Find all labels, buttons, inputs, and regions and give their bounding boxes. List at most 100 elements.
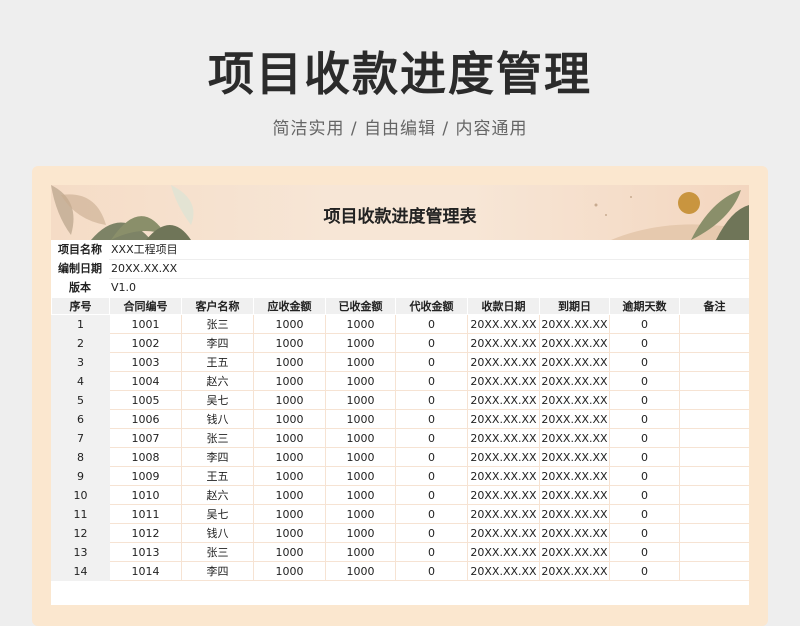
table-cell[interactable]: 2 (51, 333, 110, 353)
table-cell[interactable]: 0 (609, 485, 680, 505)
table-cell[interactable]: 赵六 (181, 485, 254, 505)
table-cell[interactable]: 1000 (325, 447, 396, 467)
table-cell[interactable]: 0 (609, 466, 680, 486)
table-cell[interactable]: 1001 (109, 314, 182, 334)
table-cell[interactable]: 9 (51, 466, 110, 486)
table-cell[interactable]: 20XX.XX.XX (539, 466, 610, 486)
column-header[interactable]: 备注 (679, 297, 749, 315)
table-cell[interactable]: 1 (51, 314, 110, 334)
table-cell[interactable]: 1000 (325, 542, 396, 562)
table-cell[interactable]: 20XX.XX.XX (467, 485, 540, 505)
table-cell[interactable] (679, 523, 749, 543)
table-cell[interactable] (679, 352, 749, 372)
table-cell[interactable]: 20XX.XX.XX (539, 561, 610, 581)
table-cell[interactable] (679, 542, 749, 562)
table-cell[interactable]: 1000 (253, 561, 326, 581)
table-cell[interactable]: 20XX.XX.XX (467, 561, 540, 581)
table-cell[interactable]: 0 (609, 542, 680, 562)
table-cell[interactable]: 0 (609, 504, 680, 524)
table-cell[interactable]: 0 (395, 466, 468, 486)
table-cell[interactable]: 1000 (253, 466, 326, 486)
table-cell[interactable] (679, 314, 749, 334)
table-cell[interactable]: 张三 (181, 314, 254, 334)
table-cell[interactable]: 0 (609, 390, 680, 410)
table-cell[interactable]: 20XX.XX.XX (467, 371, 540, 391)
table-cell[interactable]: 11 (51, 504, 110, 524)
table-cell[interactable]: 5 (51, 390, 110, 410)
table-cell[interactable]: 20XX.XX.XX (467, 428, 540, 448)
table-cell[interactable] (679, 390, 749, 410)
table-cell[interactable]: 0 (609, 561, 680, 581)
table-cell[interactable]: 20XX.XX.XX (467, 466, 540, 486)
table-cell[interactable]: 1000 (325, 333, 396, 353)
table-cell[interactable]: 0 (609, 428, 680, 448)
table-cell[interactable]: 李四 (181, 447, 254, 467)
table-cell[interactable]: 20XX.XX.XX (539, 314, 610, 334)
table-cell[interactable]: 1000 (325, 390, 396, 410)
table-cell[interactable]: 钱八 (181, 523, 254, 543)
table-cell[interactable]: 1000 (325, 314, 396, 334)
table-cell[interactable]: 1002 (109, 333, 182, 353)
table-cell[interactable]: 20XX.XX.XX (467, 314, 540, 334)
table-cell[interactable]: 20XX.XX.XX (467, 409, 540, 429)
table-cell[interactable]: 0 (395, 409, 468, 429)
table-cell[interactable]: 20XX.XX.XX (467, 542, 540, 562)
table-cell[interactable]: 0 (395, 523, 468, 543)
column-header[interactable]: 已收金额 (325, 297, 396, 315)
table-cell[interactable]: 1000 (325, 409, 396, 429)
table-cell[interactable]: 1000 (325, 504, 396, 524)
table-cell[interactable]: 12 (51, 523, 110, 543)
table-cell[interactable]: 20XX.XX.XX (467, 333, 540, 353)
table-cell[interactable]: 1000 (253, 447, 326, 467)
table-cell[interactable]: 1004 (109, 371, 182, 391)
table-cell[interactable]: 0 (609, 371, 680, 391)
table-cell[interactable]: 20XX.XX.XX (467, 352, 540, 372)
table-cell[interactable]: 0 (395, 542, 468, 562)
table-cell[interactable]: 10 (51, 485, 110, 505)
table-cell[interactable]: 1000 (325, 561, 396, 581)
table-cell[interactable] (679, 504, 749, 524)
table-cell[interactable]: 7 (51, 428, 110, 448)
table-cell[interactable]: 0 (395, 428, 468, 448)
table-cell[interactable] (679, 409, 749, 429)
table-cell[interactable]: 0 (609, 447, 680, 467)
column-header[interactable]: 客户名称 (181, 297, 254, 315)
table-cell[interactable]: 1011 (109, 504, 182, 524)
table-cell[interactable]: 8 (51, 447, 110, 467)
table-cell[interactable]: 20XX.XX.XX (539, 428, 610, 448)
table-cell[interactable]: 1007 (109, 428, 182, 448)
column-header[interactable]: 序号 (51, 297, 110, 315)
column-header[interactable]: 收款日期 (467, 297, 540, 315)
table-cell[interactable]: 1009 (109, 466, 182, 486)
table-cell[interactable]: 1000 (325, 371, 396, 391)
table-cell[interactable]: 20XX.XX.XX (539, 333, 610, 353)
table-cell[interactable] (679, 428, 749, 448)
table-cell[interactable]: 0 (395, 485, 468, 505)
table-cell[interactable]: 20XX.XX.XX (467, 523, 540, 543)
table-cell[interactable]: 1000 (253, 504, 326, 524)
table-cell[interactable]: 王五 (181, 352, 254, 372)
table-cell[interactable]: 20XX.XX.XX (539, 409, 610, 429)
table-cell[interactable]: 0 (395, 561, 468, 581)
table-cell[interactable]: 1013 (109, 542, 182, 562)
table-cell[interactable]: 张三 (181, 542, 254, 562)
table-cell[interactable]: 张三 (181, 428, 254, 448)
column-header[interactable]: 到期日 (539, 297, 610, 315)
table-cell[interactable]: 1000 (253, 352, 326, 372)
table-cell[interactable]: 1000 (253, 523, 326, 543)
table-cell[interactable]: 20XX.XX.XX (539, 352, 610, 372)
meta-value[interactable]: V1.0 (111, 278, 136, 297)
table-cell[interactable]: 吴七 (181, 504, 254, 524)
table-cell[interactable]: 0 (395, 371, 468, 391)
table-cell[interactable]: 1014 (109, 561, 182, 581)
table-cell[interactable] (679, 371, 749, 391)
table-cell[interactable]: 20XX.XX.XX (539, 542, 610, 562)
table-cell[interactable]: 20XX.XX.XX (539, 523, 610, 543)
table-cell[interactable]: 1000 (253, 428, 326, 448)
table-cell[interactable]: 1000 (253, 409, 326, 429)
table-cell[interactable]: 王五 (181, 466, 254, 486)
table-cell[interactable]: 1010 (109, 485, 182, 505)
table-cell[interactable] (679, 447, 749, 467)
table-cell[interactable]: 钱八 (181, 409, 254, 429)
table-cell[interactable]: 20XX.XX.XX (539, 447, 610, 467)
